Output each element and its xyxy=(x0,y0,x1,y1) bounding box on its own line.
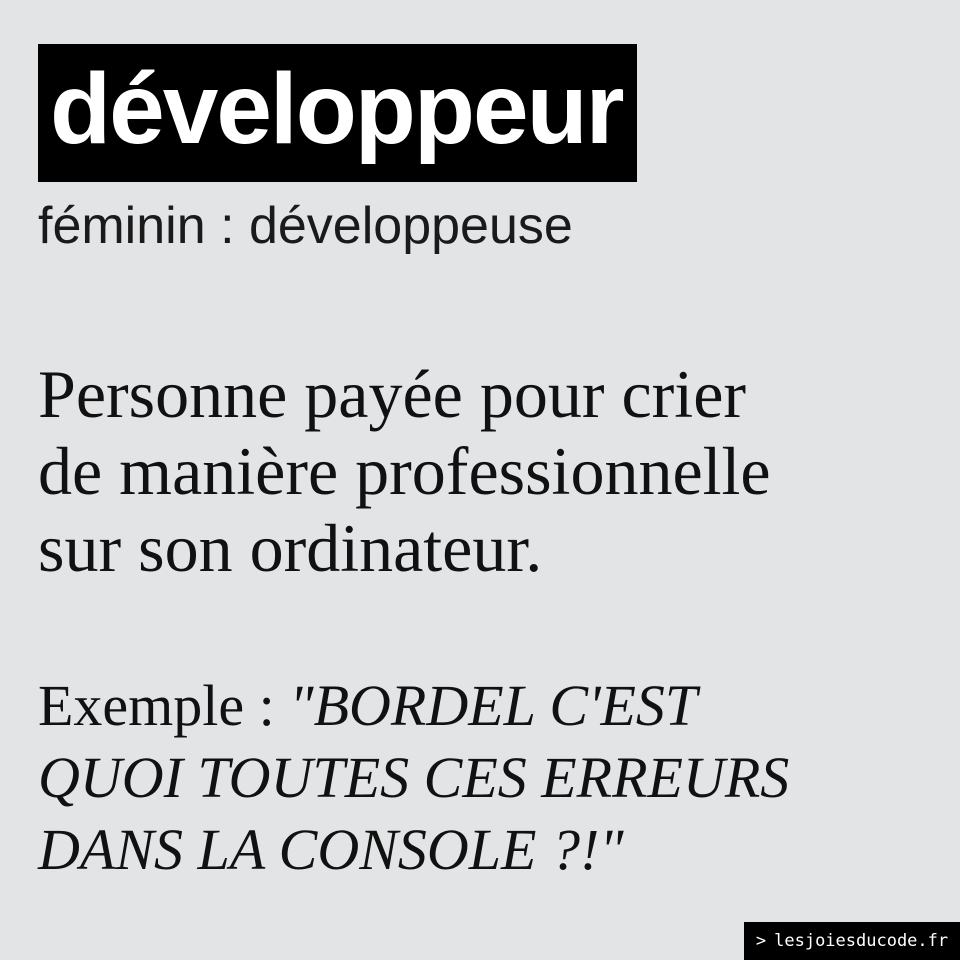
definition-line: sur son ordinateur. xyxy=(38,510,543,586)
example-line: Exemple : "BORDEL C'EST xyxy=(38,670,938,742)
example-quote: "BORDEL C'EST xyxy=(289,673,698,738)
headword-block: développeur xyxy=(38,44,637,182)
example-quote: QUOI TOUTES CES ERREURS xyxy=(38,745,790,810)
site-badge: > lesjoiesducode.fr xyxy=(744,922,960,960)
definition-line: Personne payée pour crier xyxy=(38,356,747,432)
prompt-icon: > xyxy=(755,931,767,951)
site-name: lesjoiesducode.fr xyxy=(774,931,949,951)
definition-line: de manière professionnelle xyxy=(38,433,771,509)
definition-text: Personne payée pour crier de manière pro… xyxy=(38,356,938,587)
example-label: Exemple : xyxy=(38,673,290,738)
feminine-form: féminin : développeuse xyxy=(38,197,573,255)
example-quote: DANS LA CONSOLE ?!" xyxy=(38,817,624,882)
headword: développeur xyxy=(50,53,625,165)
example-text: Exemple : "BORDEL C'EST QUOI TOUTES CES … xyxy=(38,670,938,886)
